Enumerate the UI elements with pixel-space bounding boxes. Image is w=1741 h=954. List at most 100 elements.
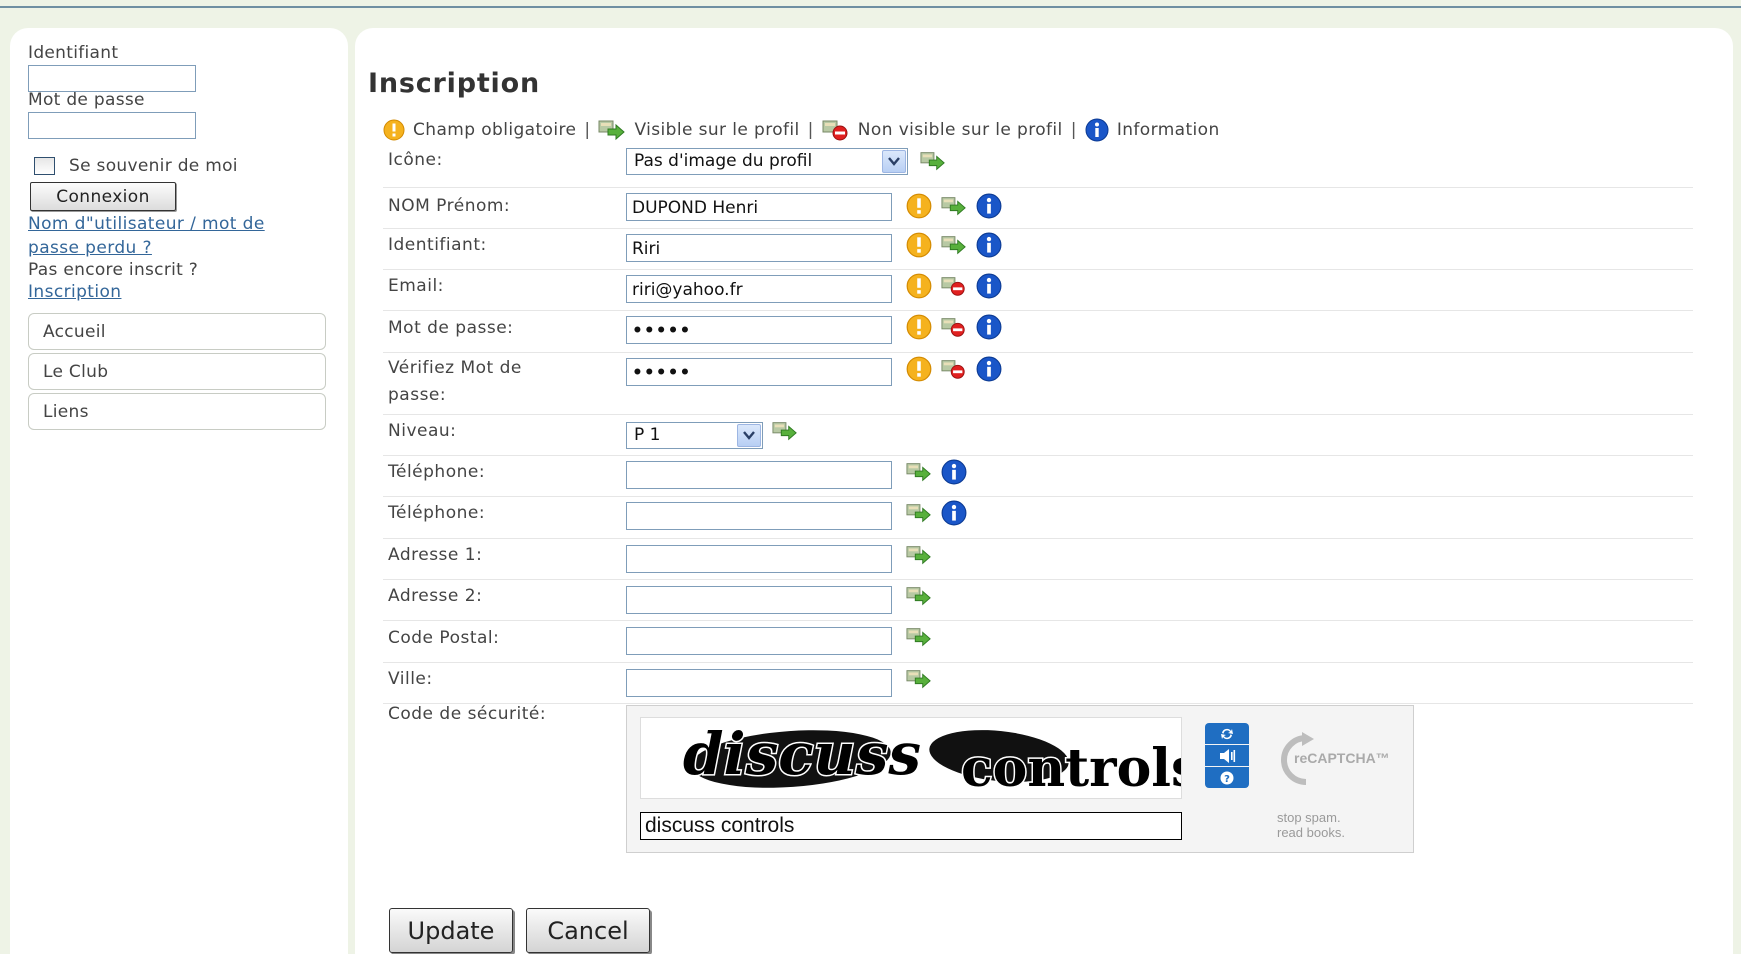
info-icon[interactable] <box>976 273 1002 299</box>
form-row-password: Mot de passe: <box>383 311 1693 353</box>
form-row-adresse-2: Adresse 2: <box>383 580 1693 621</box>
ville-label: Ville: <box>388 669 433 689</box>
required-icon <box>906 314 932 340</box>
visible-icon <box>906 546 931 565</box>
password-field-label: Mot de passe: <box>388 318 514 338</box>
nav-item-accueil[interactable]: Accueil <box>28 313 326 350</box>
telephone1-label: Téléphone: <box>388 462 486 482</box>
remember-label: Se souvenir de moi <box>69 156 238 176</box>
password-verify-field[interactable] <box>626 358 892 386</box>
visible-icon <box>772 422 797 441</box>
info-icon[interactable] <box>976 314 1002 340</box>
visible-icon <box>941 236 966 255</box>
connect-button[interactable]: Connexion <box>30 182 176 211</box>
form-row-nom: NOM Prénom: <box>383 188 1693 229</box>
telephone1-input[interactable] <box>626 461 892 489</box>
password-input[interactable] <box>28 112 196 139</box>
refresh-icon[interactable] <box>1205 723 1249 744</box>
audio-icon[interactable] <box>1205 745 1249 766</box>
required-icon <box>906 193 932 219</box>
telephone1-icons <box>906 459 967 485</box>
niveau-select[interactable]: P 1 <box>626 422 763 449</box>
visible-icon <box>906 463 931 482</box>
adresse1-input[interactable] <box>626 545 892 573</box>
info-icon[interactable] <box>941 459 967 485</box>
nom-prenom-input[interactable] <box>626 193 892 221</box>
captcha-response-input[interactable] <box>640 812 1182 840</box>
form-row-email: Email: <box>383 270 1693 311</box>
form-row-adresse-1: Adresse 1: <box>383 539 1693 580</box>
form-row-niveau: Niveau: P 1 <box>383 415 1693 456</box>
username-label: Identifiant <box>28 43 119 63</box>
nom-label: NOM Prénom: <box>388 196 511 216</box>
recaptcha-tagline-2: read books. <box>1277 825 1345 840</box>
svg-text:?: ? <box>1224 774 1230 785</box>
recaptcha-tagline-1: stop spam. <box>1277 810 1341 825</box>
adresse1-icons <box>906 542 932 568</box>
ville-icons <box>906 666 932 692</box>
telephone2-input[interactable] <box>626 502 892 530</box>
info-icon[interactable] <box>976 232 1002 258</box>
icone-label: Icône: <box>388 150 443 170</box>
forgot-credentials-link[interactable]: Nom d"utilisateur / mot de passe perdu ? <box>28 212 265 260</box>
password-verify-label-line1: Vérifiez Mot de <box>388 358 522 378</box>
password-field[interactable] <box>626 316 892 344</box>
code-postal-icons <box>906 624 932 650</box>
nav-item-le-club[interactable]: Le Club <box>28 353 326 390</box>
identifiant-icons <box>906 232 1002 258</box>
visible-icon <box>920 152 945 171</box>
chevron-down-icon[interactable] <box>737 424 761 447</box>
info-icon[interactable] <box>941 500 967 526</box>
identifiant-input[interactable] <box>626 234 892 262</box>
niveau-select-value: P 1 <box>634 425 661 445</box>
telephone2-label: Téléphone: <box>388 503 486 523</box>
not-visible-icon <box>941 277 965 296</box>
form-row-password-verify: Vérifiez Mot de passe: <box>383 353 1693 415</box>
nav-item-liens[interactable]: Liens <box>28 393 326 430</box>
recaptcha-logo-text: reCAPTCHA™ <box>1294 750 1390 766</box>
username-input[interactable] <box>28 65 196 92</box>
captcha-word-1: discuss <box>683 720 921 788</box>
info-icon[interactable] <box>976 356 1002 382</box>
email-field[interactable] <box>626 275 892 303</box>
icone-select-value: Pas d'image du profil <box>634 151 813 171</box>
code-postal-label: Code Postal: <box>388 628 500 648</box>
forgot-link-line1[interactable]: Nom d"utilisateur / mot de <box>28 212 265 236</box>
password-verify-label: Vérifiez Mot de passe: <box>388 355 522 409</box>
identifiant-label: Identifiant: <box>388 235 487 255</box>
visible-icon <box>906 628 931 647</box>
chevron-down-icon[interactable] <box>882 150 906 173</box>
register-link[interactable]: Inscription <box>28 280 121 304</box>
info-icon[interactable] <box>976 193 1002 219</box>
remember-checkbox[interactable] <box>34 157 55 175</box>
email-icons <box>906 273 1002 299</box>
remember-me[interactable]: Se souvenir de moi <box>34 156 238 176</box>
icone-select[interactable]: Pas d'image du profil <box>626 148 908 175</box>
forgot-link-line2[interactable]: passe perdu ? <box>28 236 265 260</box>
form-row-telephone-1: Téléphone: <box>383 456 1693 497</box>
required-icon <box>906 273 932 299</box>
form-row-ville: Ville: <box>383 663 1693 704</box>
help-icon[interactable]: ? <box>1205 767 1249 788</box>
niveau-icons <box>772 418 798 444</box>
visible-icon <box>906 587 931 606</box>
captcha-word-2: controls <box>961 738 1182 799</box>
update-button[interactable]: Update <box>389 908 513 953</box>
email-label: Email: <box>388 276 444 296</box>
ville-input[interactable] <box>626 669 892 697</box>
cancel-button[interactable]: Cancel <box>526 908 650 953</box>
captcha-label: Code de sécurité: <box>388 704 547 724</box>
icone-icons <box>920 148 946 174</box>
not-registered-text: Pas encore inscrit ? <box>28 260 199 280</box>
visible-icon <box>906 670 931 689</box>
code-postal-input[interactable] <box>626 627 892 655</box>
top-divider <box>0 6 1741 8</box>
password-verify-icons <box>906 356 1002 382</box>
visible-icon <box>906 504 931 523</box>
adresse2-icons <box>906 583 932 609</box>
left-sidebar: Identifiant Mot de passe Se souvenir de … <box>10 28 348 954</box>
visible-icon <box>941 197 966 216</box>
telephone2-icons <box>906 500 967 526</box>
adresse2-input[interactable] <box>626 586 892 614</box>
password-verify-label-line2: passe: <box>388 385 447 405</box>
